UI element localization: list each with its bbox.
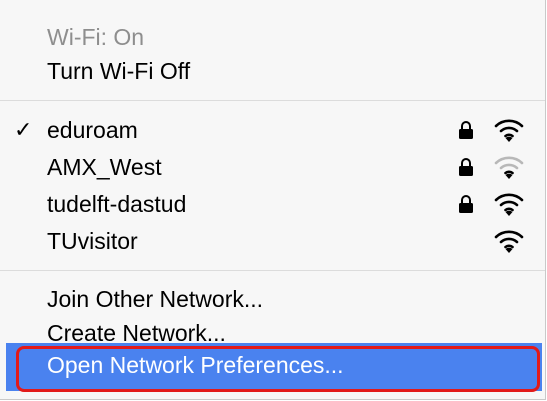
checkmark-icon: ✓: [14, 117, 33, 142]
network-item-tuvisitor[interactable]: TUvisitor: [0, 224, 545, 258]
network-item-eduroam[interactable]: ✓ eduroam: [0, 113, 545, 147]
join-other-network-item[interactable]: Join Other Network...: [0, 282, 545, 316]
network-item-amx-west[interactable]: AMX_West: [0, 150, 545, 184]
network-name: eduroam: [47, 117, 138, 143]
network-name: TUvisitor: [47, 228, 138, 254]
turn-wifi-off-item[interactable]: Turn Wi-Fi Off: [0, 54, 545, 88]
wifi-dropdown-menu: Wi-Fi: On Turn Wi-Fi Off ✓ eduroam AMX_W…: [0, 0, 546, 400]
wifi-signal-icon: [494, 230, 524, 253]
annotation-highlight-box: [16, 346, 540, 392]
network-name: tudelft-dastud: [47, 191, 187, 217]
wifi-signal-icon: [494, 156, 524, 179]
separator: [0, 100, 545, 101]
lock-icon: [459, 195, 473, 213]
turn-wifi-off-label: Turn Wi-Fi Off: [47, 58, 191, 84]
wifi-status-label: Wi-Fi: On: [47, 24, 145, 50]
network-item-tudelft-dastud[interactable]: tudelft-dastud: [0, 187, 545, 221]
wifi-signal-icon: [494, 193, 524, 216]
separator: [0, 270, 545, 271]
wifi-status-item: Wi-Fi: On: [0, 20, 545, 54]
wifi-signal-icon: [494, 119, 524, 142]
lock-icon: [459, 121, 473, 139]
join-other-network-label: Join Other Network...: [47, 286, 264, 312]
network-name: AMX_West: [47, 154, 162, 180]
lock-icon: [459, 158, 473, 176]
